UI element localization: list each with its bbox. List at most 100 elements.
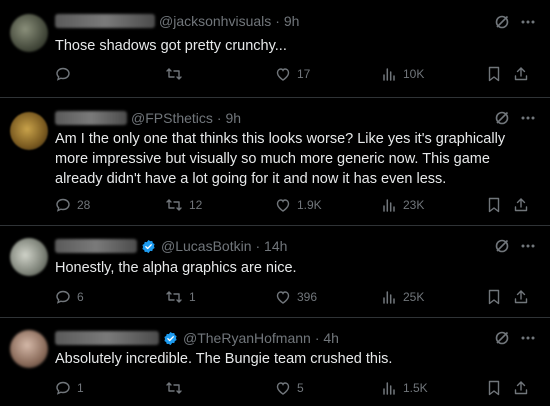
views-button[interactable]: 1.5K (381, 380, 428, 396)
reply-icon (56, 198, 70, 212)
action-bar: 17 10K (55, 66, 536, 84)
tweet-text: Am I the only one that thinks this looks… (55, 131, 506, 187)
avatar[interactable] (10, 14, 48, 52)
heart-icon (276, 68, 290, 81)
heart-icon (276, 199, 290, 212)
retweet-icon (166, 68, 182, 80)
user-handle[interactable]: @TheRyanHofmann (183, 330, 311, 346)
action-bar: 1 5 1.5K (55, 380, 536, 398)
tweet-header: @LucasBotkin · 14h (55, 237, 287, 255)
views-icon (383, 382, 395, 395)
retweet-icon (166, 291, 182, 303)
bookmark-icon (488, 66, 500, 82)
views-button[interactable]: 25K (381, 289, 424, 305)
views-icon (383, 291, 395, 304)
tweet[interactable]: @FPSthetics · 9h Am I the only one that … (0, 98, 550, 226)
more-options-icon[interactable] (520, 238, 536, 254)
top-actions (494, 14, 536, 30)
bookmark-button[interactable] (487, 380, 501, 396)
reply-icon (56, 290, 70, 304)
retweet-count: 12 (189, 198, 203, 212)
timestamp[interactable]: · 4h (315, 330, 339, 346)
view-count: 1.5K (403, 381, 428, 395)
tweet-text: Honestly, the alpha graphics are nice. (55, 260, 297, 276)
heart-icon (276, 291, 290, 304)
retweet-button[interactable] (165, 380, 189, 396)
like-button[interactable]: 1.9K (275, 197, 322, 213)
timestamp[interactable]: · 9h (275, 13, 299, 29)
share-icon (514, 290, 528, 304)
grok-icon[interactable] (494, 238, 510, 254)
views-button[interactable]: 10K (381, 66, 424, 82)
tweet-text: Absolutely incredible. The Bungie team c… (55, 351, 393, 367)
avatar[interactable] (10, 112, 48, 150)
display-name-redacted (55, 331, 159, 345)
display-name-redacted (55, 14, 155, 28)
user-handle[interactable]: @LucasBotkin (161, 238, 251, 254)
display-name-redacted (55, 239, 137, 253)
bookmark-button[interactable] (487, 66, 501, 82)
tweet[interactable]: @LucasBotkin · 14h Honestly, the alpha g… (0, 226, 550, 318)
user-handle[interactable]: @FPSthetics (131, 110, 213, 126)
display-name-redacted (55, 111, 127, 125)
grok-icon[interactable] (494, 110, 510, 126)
more-options-icon[interactable] (520, 330, 536, 346)
views-icon (383, 199, 395, 212)
retweet-button[interactable]: 12 (165, 197, 202, 213)
user-handle[interactable]: @jacksonhvisuals (159, 13, 271, 29)
retweet-count: 1 (189, 290, 196, 304)
share-button[interactable] (513, 289, 529, 305)
reply-button[interactable]: 1 (55, 380, 84, 396)
more-options-icon[interactable] (520, 14, 536, 30)
retweet-button[interactable]: 1 (165, 289, 196, 305)
reply-button[interactable]: 28 (55, 197, 90, 213)
grok-icon[interactable] (494, 14, 510, 30)
like-button[interactable]: 5 (275, 380, 304, 396)
tweet[interactable]: @jacksonhvisuals · 9h Those shadows got … (0, 0, 550, 98)
like-count: 17 (297, 67, 311, 81)
top-actions (494, 110, 536, 126)
reply-icon (56, 381, 70, 395)
retweet-button[interactable] (165, 66, 189, 82)
grok-icon[interactable] (494, 330, 510, 346)
tweet[interactable]: @TheRyanHofmann · 4h Absolutely incredib… (0, 318, 550, 406)
tweet-header: @FPSthetics · 9h (55, 109, 241, 127)
reply-count: 6 (77, 290, 84, 304)
action-bar: 6 1 396 25K (55, 289, 536, 307)
timestamp[interactable]: · 14h (255, 238, 287, 254)
timestamp[interactable]: · 9h (217, 110, 241, 126)
share-button[interactable] (513, 66, 529, 82)
views-icon (383, 68, 395, 81)
bookmark-icon (488, 380, 500, 396)
tweet-header: @TheRyanHofmann · 4h (55, 329, 339, 347)
reply-count: 1 (77, 381, 84, 395)
like-count: 396 (297, 290, 318, 304)
reply-button[interactable] (55, 66, 77, 82)
top-actions (494, 238, 536, 254)
like-count: 1.9K (297, 198, 322, 212)
view-count: 23K (403, 198, 425, 212)
action-bar: 28 12 1.9K 23K (55, 197, 536, 215)
bookmark-button[interactable] (487, 197, 501, 213)
like-button[interactable]: 17 (275, 66, 310, 82)
retweet-icon (166, 382, 182, 394)
share-icon (514, 67, 528, 81)
verified-badge-icon (164, 331, 177, 345)
top-actions (494, 330, 536, 346)
bookmark-icon (488, 289, 500, 305)
tweet-text: Those shadows got pretty crunchy... (55, 38, 287, 54)
share-button[interactable] (513, 380, 529, 396)
heart-icon (276, 382, 290, 395)
more-options-icon[interactable] (520, 110, 536, 126)
view-count: 10K (403, 67, 425, 81)
like-count: 5 (297, 381, 304, 395)
like-button[interactable]: 396 (275, 289, 317, 305)
share-button[interactable] (513, 197, 529, 213)
avatar[interactable] (10, 238, 48, 276)
reply-count: 28 (77, 198, 91, 212)
views-button[interactable]: 23K (381, 197, 424, 213)
avatar[interactable] (10, 330, 48, 368)
bookmark-button[interactable] (487, 289, 501, 305)
reply-button[interactable]: 6 (55, 289, 84, 305)
retweet-icon (166, 199, 182, 211)
